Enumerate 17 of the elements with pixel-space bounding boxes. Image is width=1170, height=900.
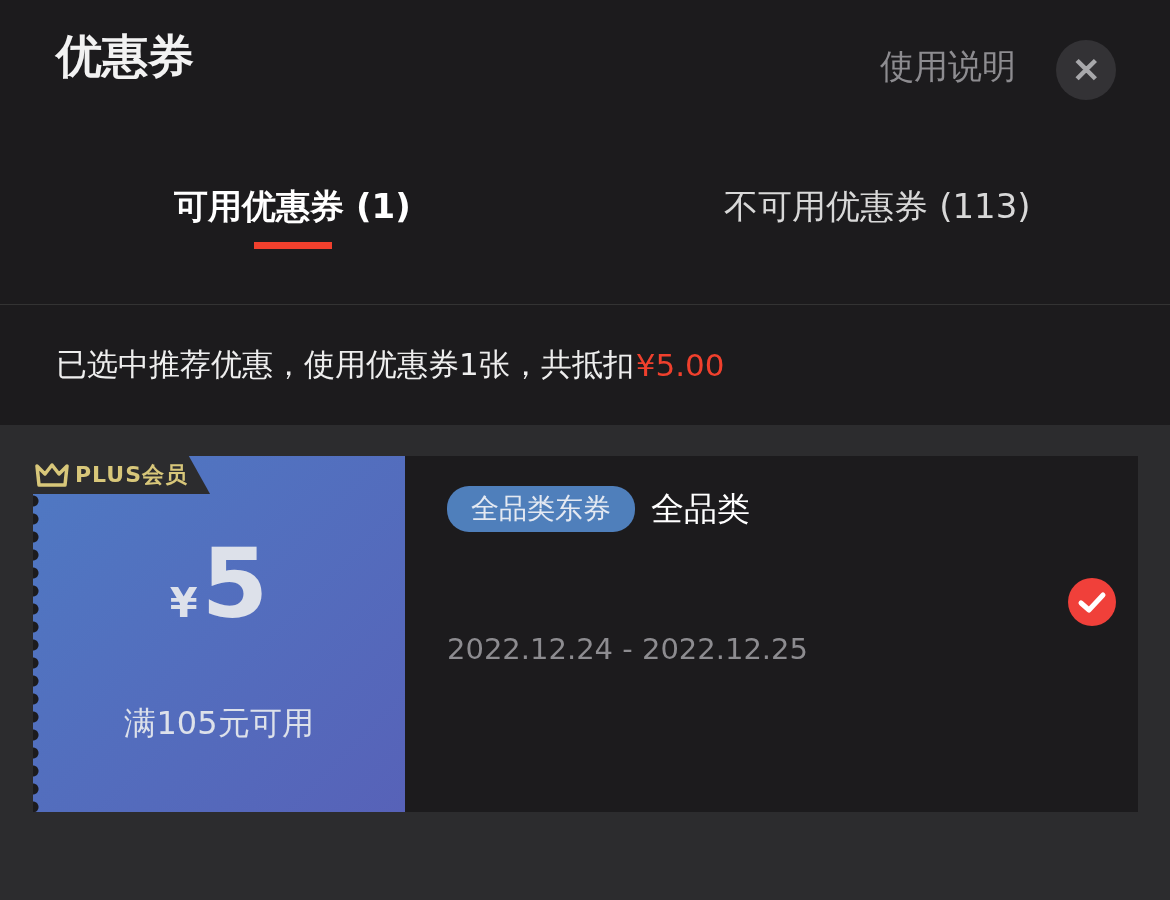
- category-tag: 全品类东券: [447, 486, 635, 532]
- discount-amount: ¥5.00: [635, 347, 725, 383]
- coupon-value: 5: [201, 536, 269, 632]
- close-button[interactable]: ✕: [1056, 40, 1116, 100]
- validity-dates: 2022.12.24 - 2022.12.25: [447, 632, 809, 666]
- help-link[interactable]: 使用说明: [880, 44, 1016, 90]
- currency-symbol: ¥: [169, 580, 198, 626]
- summary-text: 已选中推荐优惠，使用优惠券1张，共抵扣: [56, 345, 634, 384]
- tab[interactable]: 可用优惠券 (1): [0, 150, 585, 304]
- check-icon[interactable]: [1068, 578, 1116, 626]
- page-title: 优惠券: [56, 28, 194, 85]
- coupon-scope: 全品类: [651, 487, 750, 530]
- plus-badge: PLUS会员: [33, 456, 211, 494]
- tab[interactable]: 不可用优惠券 (113): [585, 150, 1170, 304]
- coupon-condition: 满105元可用: [124, 703, 314, 744]
- coupon-card[interactable]: PLUS会员 ¥5 满105元可用 全品类东券 全品类 2022.12.24 - 2022.12.25: [33, 456, 1138, 812]
- crown-icon: [35, 463, 69, 487]
